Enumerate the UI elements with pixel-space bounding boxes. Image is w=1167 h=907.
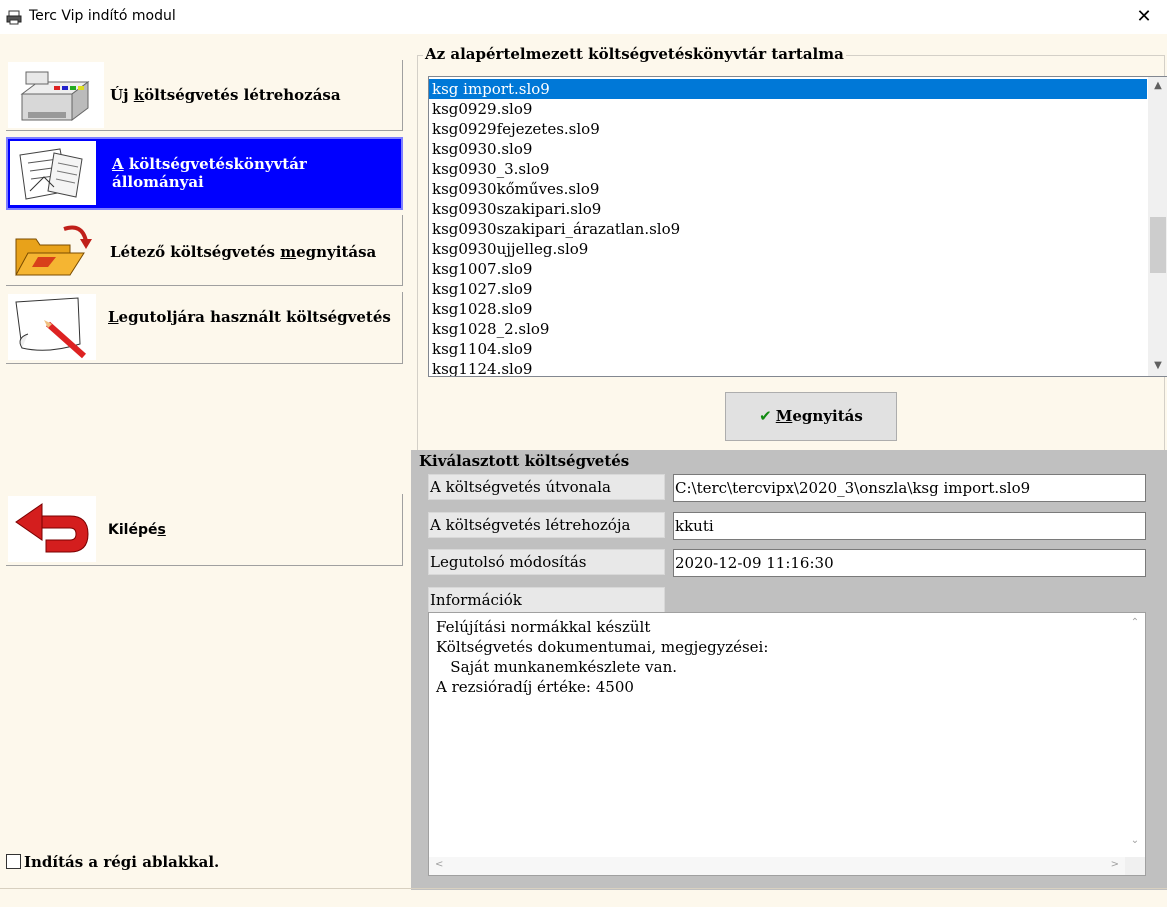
scrollbar-corner bbox=[1125, 857, 1145, 875]
file-list-item[interactable]: ksg1007.slo9 bbox=[429, 259, 1147, 279]
old-windows-label: Indítás a régi ablakkal. bbox=[24, 853, 220, 871]
file-list-item[interactable]: ksg0930ujjelleg.slo9 bbox=[429, 239, 1147, 259]
info-label: Információk bbox=[428, 587, 665, 613]
file-list-item[interactable]: ksg0929fejezetes.slo9 bbox=[429, 119, 1147, 139]
modified-label: Legutolsó módosítás bbox=[428, 549, 665, 575]
info-textarea[interactable]: Felújítási normákkal készült Költségveté… bbox=[428, 612, 1146, 876]
creator-label: A költségvetés létrehozója bbox=[428, 512, 665, 538]
file-list-item[interactable]: ksg0930szakipari.slo9 bbox=[429, 199, 1147, 219]
file-list-item[interactable]: ksg0930kőműves.slo9 bbox=[429, 179, 1147, 199]
title-bar: Terc Vip indító modul ✕ bbox=[0, 0, 1167, 34]
file-list-item[interactable]: ksg0929.slo9 bbox=[429, 99, 1147, 119]
scroll-thumb[interactable] bbox=[1150, 217, 1166, 273]
library-files-button[interactable]: A költségvetéskönyvtár állományai bbox=[6, 137, 403, 210]
file-list-item[interactable]: ksg0930_3.slo9 bbox=[429, 159, 1147, 179]
file-list-item[interactable]: ksg1027.slo9 bbox=[429, 279, 1147, 299]
info-scroll-right-icon[interactable]: > bbox=[1111, 859, 1119, 870]
old-windows-option[interactable]: Indítás a régi ablakkal. bbox=[6, 853, 219, 871]
file-list-item[interactable]: ksg1124.slo9 bbox=[429, 359, 1147, 376]
checkmark-icon: ✔ bbox=[759, 407, 772, 425]
info-scroll-left-icon[interactable]: < bbox=[435, 859, 443, 870]
file-list-item[interactable]: ksg0930szakipari_árazatlan.slo9 bbox=[429, 219, 1147, 239]
old-windows-checkbox[interactable] bbox=[6, 854, 21, 869]
open-budget-button[interactable]: Létező költségvetés megnyitása bbox=[6, 215, 403, 286]
creator-field[interactable]: kkuti bbox=[673, 512, 1146, 540]
file-list-item[interactable]: ksg1028.slo9 bbox=[429, 299, 1147, 319]
last-used-budget-label: Legutoljára használt költségvetés bbox=[108, 308, 391, 326]
last-used-budget-button[interactable]: Legutoljára használt költségvetés bbox=[6, 292, 403, 364]
info-text: Felújítási normákkal készült Költségveté… bbox=[436, 618, 769, 696]
open-budget-label: Létező költségvetés megnyitása bbox=[110, 243, 377, 261]
new-budget-button[interactable]: Új költségvetés létrehozása bbox=[6, 60, 403, 131]
return-arrow-icon bbox=[8, 496, 96, 562]
scroll-down-icon[interactable]: ▼ bbox=[1148, 357, 1167, 374]
selected-budget-title: Kiválasztott költségvetés bbox=[419, 452, 630, 470]
bottom-divider bbox=[0, 888, 1167, 889]
exit-label: Kilépés bbox=[108, 522, 166, 538]
list-scrollbar[interactable]: ▲ ▼ bbox=[1148, 77, 1167, 376]
open-button[interactable]: ✔ Megnyitás bbox=[725, 392, 897, 441]
close-button[interactable]: ✕ bbox=[1121, 0, 1167, 34]
budget-file-list[interactable]: ksg import.slo9 ksg0929.slo9 ksg0929fejeze… bbox=[428, 76, 1167, 377]
exit-button[interactable]: Kilépés bbox=[6, 494, 403, 566]
info-horizontal-scrollbar[interactable]: < > bbox=[429, 857, 1125, 875]
documents-icon bbox=[10, 141, 96, 205]
file-list-item[interactable]: ksg0930.slo9 bbox=[429, 139, 1147, 159]
library-files-label: A költségvetéskönyvtár állományai bbox=[112, 155, 307, 191]
file-list-item[interactable]: ksg1104.slo9 bbox=[429, 339, 1147, 359]
cash-register-icon bbox=[8, 62, 104, 128]
printer-icon bbox=[6, 9, 22, 25]
pencil-paper-icon bbox=[8, 294, 96, 360]
info-scroll-up-icon[interactable]: ⌃ bbox=[1125, 617, 1145, 628]
scroll-up-icon[interactable]: ▲ bbox=[1148, 77, 1167, 94]
new-budget-label: Új költségvetés létrehozása bbox=[110, 86, 341, 104]
modified-field[interactable]: 2020-12-09 11:16:30 bbox=[673, 549, 1146, 577]
path-label: A költségvetés útvonala bbox=[428, 474, 665, 500]
info-vertical-scrollbar[interactable]: ⌃ ⌄ bbox=[1125, 613, 1145, 857]
file-list-item[interactable]: ksg1028_2.slo9 bbox=[429, 319, 1147, 339]
info-scroll-down-icon[interactable]: ⌄ bbox=[1125, 835, 1145, 846]
open-folder-icon bbox=[8, 217, 104, 283]
window-title: Terc Vip indító modul bbox=[29, 8, 176, 24]
path-field[interactable]: C:\terc\tercvipx\2020_3\onszla\ksg impor… bbox=[673, 474, 1146, 502]
file-list-items: ksg import.slo9 ksg0929.slo9 ksg0929fejeze… bbox=[429, 79, 1147, 376]
file-list-item[interactable]: ksg import.slo9 bbox=[429, 79, 1147, 99]
library-title: Az alapértelmezett költségvetéskönyvtár … bbox=[423, 45, 846, 63]
